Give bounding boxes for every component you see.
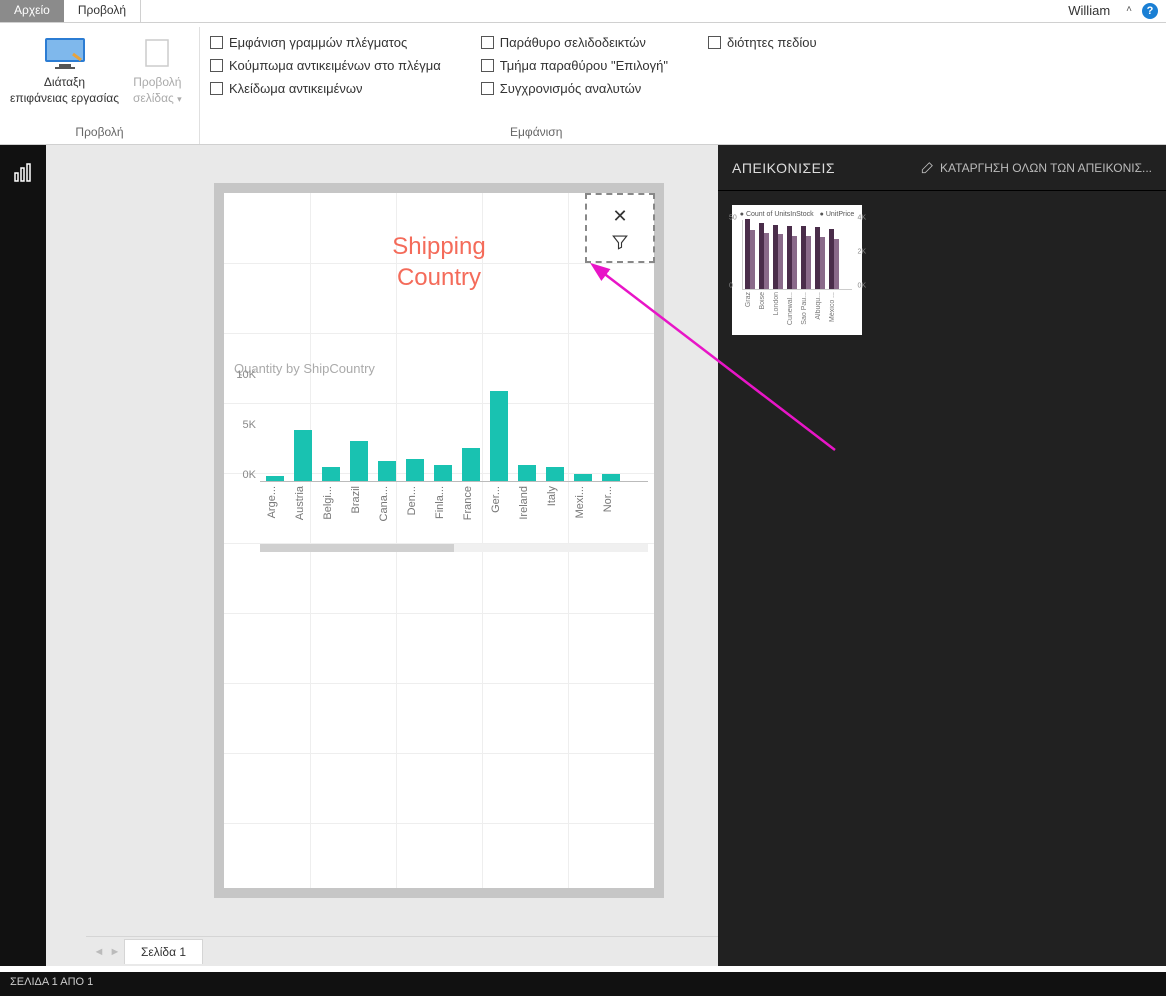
chart-bar[interactable] xyxy=(462,448,480,481)
x-axis-label: Nor... xyxy=(602,486,620,512)
show-gridlines-checkbox[interactable]: Εμφάνιση γραμμών πλέγματος xyxy=(210,35,441,50)
page-canvas[interactable]: ShippingCountry ✕ Quantity by ShipCountr… xyxy=(214,183,664,898)
x-axis-label: Den... xyxy=(406,486,424,515)
snap-to-grid-checkbox[interactable]: Κούμπωμα αντικειμένων στο πλέγμα xyxy=(210,58,441,73)
help-icon[interactable]: ? xyxy=(1142,3,1158,19)
x-axis-label: Brazil xyxy=(350,486,368,514)
chart-bar[interactable] xyxy=(574,474,592,481)
chart-bar[interactable] xyxy=(518,465,536,481)
field-properties-checkbox[interactable]: διότητες πεδίου xyxy=(708,35,817,50)
chart-bar[interactable] xyxy=(266,476,284,481)
ribbon-group-show-label: Εμφάνιση xyxy=(210,125,1156,142)
left-nav-bar xyxy=(0,145,46,966)
x-axis-label: Finla... xyxy=(434,486,452,519)
page-tab-1[interactable]: Σελίδα 1 xyxy=(124,939,203,964)
chart-bar[interactable] xyxy=(350,441,368,481)
chart-bar[interactable] xyxy=(378,461,396,481)
thumb-legend: Count of UnitsInStockUnitPrice xyxy=(736,211,858,218)
chart-bar[interactable] xyxy=(294,430,312,481)
sync-slicers-checkbox[interactable]: Συγχρονισμός αναλυτών xyxy=(481,81,668,96)
eraser-icon xyxy=(920,161,934,175)
y-tick: 10K xyxy=(230,369,256,381)
chart-bar[interactable] xyxy=(490,391,508,481)
panel-title: ΑΠΕΙΚΟΝΙΣΕΙΣ xyxy=(732,160,835,176)
x-axis-label: Ireland xyxy=(518,486,536,520)
desktop-layout-button[interactable]: Διάταξη επιφάνειας εργασίας xyxy=(10,33,119,106)
visualizations-panel: ΑΠΕΙΚΟΝΙΣΕΙΣ ΚΑΤΑΡΓΗΣΗ ΟΛΩΝ ΤΩΝ ΑΠΕΙΚΟΝΙ… xyxy=(718,145,1166,966)
desktop-layout-label-1: Διάταξη xyxy=(10,75,119,91)
filter-icon[interactable] xyxy=(611,233,629,251)
clear-all-visuals-button[interactable]: ΚΑΤΑΡΓΗΣΗ ΟΛΩΝ ΤΩΝ ΑΠΕΙΚΟΝΙΣ... xyxy=(920,161,1152,175)
chevron-down-icon: ▾ xyxy=(177,94,182,104)
bookmarks-pane-checkbox[interactable]: Παράθυρο σελιδοδεικτών xyxy=(481,35,668,50)
x-axis-label: France xyxy=(462,486,480,520)
page-view-label-1: Προβολή xyxy=(133,75,182,91)
chart-bar[interactable] xyxy=(546,467,564,481)
x-axis-label: Belgi... xyxy=(322,486,340,520)
page-view-label-2: σελίδας ▾ xyxy=(133,91,182,107)
next-page-arrow[interactable]: ► xyxy=(108,946,122,958)
x-axis-label: Mexi... xyxy=(574,486,592,518)
quantity-by-shipcountry-chart[interactable]: Quantity by ShipCountry 0K 5K 10K Arge..… xyxy=(230,361,648,561)
report-canvas-area: ShippingCountry ✕ Quantity by ShipCountr… xyxy=(46,145,718,966)
page-icon xyxy=(133,33,181,73)
monitor-icon xyxy=(41,33,89,73)
user-name[interactable]: William xyxy=(1058,0,1120,22)
prev-page-arrow[interactable]: ◄ xyxy=(92,946,106,958)
ribbon: Διάταξη επιφάνειας εργασίας Προβολή σελί… xyxy=(0,23,1166,145)
lock-objects-checkbox[interactable]: Κλείδωμα αντικειμένων xyxy=(210,81,441,96)
collapse-ribbon-icon[interactable]: ˄ xyxy=(1120,0,1138,22)
ribbon-group-view-label: Προβολή xyxy=(10,125,189,142)
selection-pane-checkbox[interactable]: Τμήμα παραθύρου "Επιλογή" xyxy=(481,58,668,73)
report-view-icon[interactable] xyxy=(11,161,35,190)
page-tabs-bar: ◄ ► Σελίδα 1 xyxy=(86,936,718,966)
desktop-layout-label-2: επιφάνειας εργασίας xyxy=(10,91,119,107)
x-axis-label: Italy xyxy=(546,486,564,506)
chart-bar[interactable] xyxy=(602,474,620,481)
visual-filter-placeholder[interactable]: ✕ xyxy=(585,193,655,263)
chart-bar[interactable] xyxy=(434,465,452,481)
file-tab[interactable]: Αρχείο xyxy=(0,0,64,22)
close-icon[interactable]: ✕ xyxy=(612,206,627,227)
status-bar: ΣΕΛΙΔΑ 1 ΑΠΟ 1 xyxy=(0,972,1166,996)
y-tick: 5K xyxy=(230,419,256,431)
x-axis-label: Austria xyxy=(294,486,312,520)
chart-bar[interactable] xyxy=(406,459,424,481)
title-bar: Αρχείο Προβολή William ˄ ? xyxy=(0,0,1166,23)
y-tick: 0K xyxy=(230,469,256,481)
x-axis-label: Arge... xyxy=(266,486,284,518)
chart-x-scrollbar[interactable] xyxy=(260,544,648,552)
pinned-visual-thumbnail[interactable]: Count of UnitsInStockUnitPrice 0 50 0K 2… xyxy=(732,205,862,335)
chart-title: Quantity by ShipCountry xyxy=(230,361,648,376)
view-tab[interactable]: Προβολή xyxy=(64,0,141,22)
chart-bar[interactable] xyxy=(322,467,340,481)
x-axis-label: Ger... xyxy=(490,486,508,513)
page-view-button[interactable]: Προβολή σελίδας ▾ xyxy=(133,33,182,106)
x-axis-label: Cana... xyxy=(378,486,396,521)
